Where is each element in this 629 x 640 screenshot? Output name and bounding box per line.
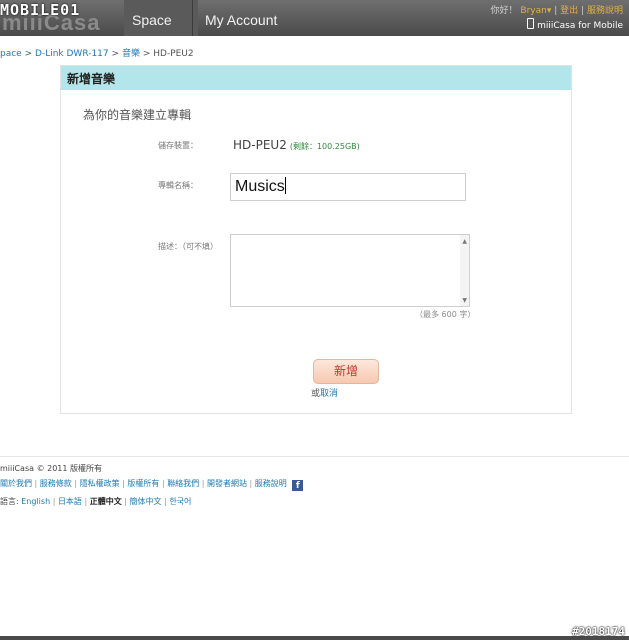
user-links: 你好！ Bryan▾ | 登出 | 服務說明: [490, 6, 623, 16]
breadcrumb: pace > D-Link DWR-117 > 音樂 > HD-PEU2: [0, 46, 194, 59]
description-limit: （最多 600 字）: [415, 310, 476, 319]
scroll-down-arrow-icon[interactable]: ▼: [462, 297, 467, 304]
logout-link[interactable]: 登出: [560, 6, 578, 16]
breadcrumb-separator: >: [111, 49, 120, 59]
storage-device: HD-PEU2 (剩餘：100.25GB): [233, 138, 360, 152]
album-name-input[interactable]: Musics: [230, 173, 466, 201]
description-label: 描述：（可不填）: [158, 242, 218, 251]
album-name-label: 專輯名稱：: [158, 181, 198, 190]
logo: miiiCasa MOBILE01: [0, 0, 124, 36]
storage-label: 儲存裝置：: [158, 141, 198, 150]
breadcrumb-item-space[interactable]: pace: [0, 49, 22, 59]
cancel-prefix: 或: [311, 389, 321, 399]
scroll-up-arrow-icon[interactable]: ▲: [462, 238, 467, 245]
watermark: #2018174: [572, 625, 625, 638]
storage-remaining: (剩餘：100.25GB): [289, 142, 360, 151]
copyright: miiiCasa © 2011 版權所有: [0, 464, 103, 473]
footer-divider: [0, 456, 629, 457]
language-selector: 語言: English | 日本語 | 正體中文 | 簡体中文 | 한국어: [0, 497, 192, 506]
footer-links: 關於我們 | 服務條款 | 隱私權政策 | 版權所有 | 聯絡我們 | 開發者網…: [0, 478, 304, 491]
tab-my-account[interactable]: My Account: [205, 0, 277, 36]
bottom-bar: [0, 636, 629, 640]
language-simplified-chinese[interactable]: 簡体中文: [130, 497, 162, 506]
cancel-row: 或取消: [311, 386, 338, 399]
breadcrumb-item-current: HD-PEU2: [153, 49, 194, 59]
storage-device-value: HD-PEU2: [233, 138, 287, 152]
footer-link-terms[interactable]: 服務條款: [40, 479, 72, 488]
tab-space[interactable]: Space: [124, 0, 198, 36]
panel-header: 新增音樂: [61, 66, 571, 90]
facebook-icon[interactable]: f: [292, 480, 304, 491]
greeting: 你好！: [490, 6, 518, 16]
user-name: Bryan: [520, 6, 547, 16]
footer-link-developers[interactable]: 開發者網站: [207, 479, 247, 488]
add-button[interactable]: 新增: [313, 359, 379, 384]
tab-divider: [192, 0, 193, 36]
footer-link-copyright[interactable]: 版權所有: [127, 479, 159, 488]
album-name-value: Musics: [235, 178, 285, 195]
breadcrumb-separator: >: [142, 49, 151, 59]
breadcrumb-item-music[interactable]: 音樂: [122, 49, 140, 59]
footer-link-privacy[interactable]: 隱私權政策: [80, 479, 120, 488]
footer-link-contact[interactable]: 聯絡我們: [167, 479, 199, 488]
breadcrumb-item-device[interactable]: D-Link DWR-117: [35, 49, 109, 59]
logo-text: MOBILE01: [0, 1, 81, 19]
cancel-link[interactable]: 取消: [320, 389, 338, 399]
top-bar: miiiCasa MOBILE01 Space My Account 你好！ B…: [0, 0, 629, 36]
user-menu[interactable]: Bryan▾: [520, 6, 551, 16]
language-japanese[interactable]: 日本語: [58, 497, 82, 506]
text-caret: [284, 177, 286, 194]
footer-link-help[interactable]: 服務說明: [255, 479, 287, 488]
tab-my-account-label: My Account: [205, 12, 278, 28]
language-label: 語言:: [0, 497, 19, 506]
language-english[interactable]: English: [21, 497, 50, 506]
breadcrumb-separator: >: [24, 49, 33, 59]
language-traditional-chinese: 正體中文: [89, 497, 122, 506]
mobile-link-label: miiiCasa for Mobile: [537, 21, 623, 31]
footer-link-about[interactable]: 關於我們: [0, 479, 32, 488]
panel-subtitle: 為你的音樂建立專輯: [83, 108, 192, 122]
tab-space-label: Space: [132, 12, 172, 28]
textarea-scrollbar[interactable]: ▲ ▼: [460, 235, 469, 306]
phone-icon: [527, 18, 535, 29]
panel-title: 新增音樂: [67, 72, 116, 86]
description-textarea[interactable]: ▲ ▼: [230, 234, 470, 307]
mobile-link[interactable]: miiiCasa for Mobile: [527, 18, 623, 31]
help-link[interactable]: 服務說明: [587, 6, 623, 16]
language-korean[interactable]: 한국어: [169, 497, 191, 506]
add-music-panel: 新增音樂 為你的音樂建立專輯 儲存裝置： HD-PEU2 (剩餘：100.25GB…: [60, 65, 572, 414]
